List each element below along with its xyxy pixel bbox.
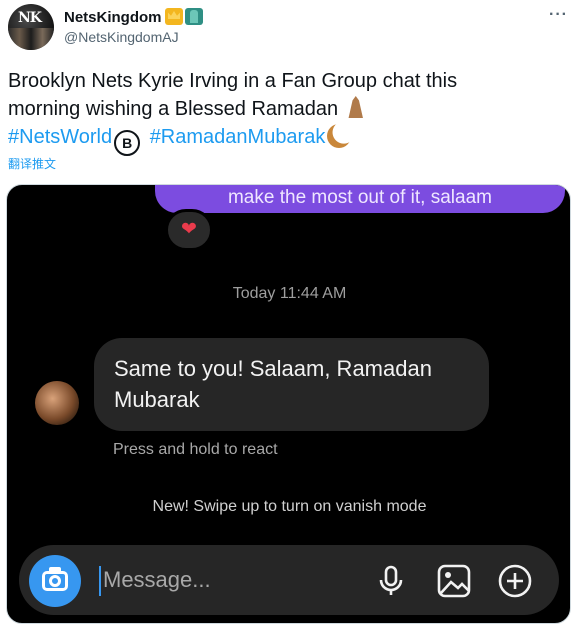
chat-screenshot[interactable]: make the most out of it, salaam Today 11… bbox=[6, 184, 571, 624]
crown-emoji-icon bbox=[165, 8, 183, 25]
sent-message-bubble: make the most out of it, salaam bbox=[155, 185, 565, 213]
avatar-logo-text: NK bbox=[18, 10, 42, 26]
message-composer bbox=[19, 545, 559, 615]
crescent-moon-emoji-icon bbox=[327, 124, 352, 148]
heart-icon bbox=[165, 209, 213, 251]
message-input[interactable] bbox=[103, 565, 343, 595]
name-badges bbox=[165, 8, 203, 25]
sender-avatar bbox=[35, 381, 79, 425]
brooklyn-nets-logo-icon: B bbox=[114, 130, 141, 156]
received-message-bubble: Same to you! Salaam, Ramadan Mubarak bbox=[94, 338, 489, 431]
gallery-icon[interactable] bbox=[436, 563, 472, 599]
text-cursor bbox=[99, 566, 101, 596]
microphone-icon[interactable] bbox=[373, 563, 409, 599]
tweet-text: Brooklyn Nets Kyrie Irving in a Fan Grou… bbox=[8, 67, 568, 156]
vanish-mode-hint: New! Swipe up to turn on vanish mode bbox=[152, 498, 427, 515]
hashtag-netsworld[interactable]: #NetsWorld bbox=[8, 126, 112, 148]
react-hint: Press and hold to react bbox=[113, 441, 278, 458]
user-handle[interactable]: @NetsKingdomAJ bbox=[64, 29, 179, 45]
camera-lens-icon bbox=[49, 575, 61, 587]
user-avatar[interactable]: NK bbox=[8, 4, 54, 50]
translate-tweet-link[interactable]: 翻译推文 bbox=[8, 155, 56, 172]
avatar-photo bbox=[8, 28, 54, 50]
tweet-text-line2: morning wishing a Blessed Ramadan bbox=[8, 98, 339, 120]
hashtag-ramadanmubarak[interactable]: #RamadanMubarak bbox=[150, 126, 326, 148]
add-plus-icon[interactable] bbox=[497, 563, 533, 599]
chat-timestamp: Today 11:44 AM bbox=[232, 285, 347, 302]
tweet-text-line1: Brooklyn Nets Kyrie Irving in a Fan Grou… bbox=[8, 70, 458, 92]
statue-of-liberty-emoji-icon bbox=[185, 8, 203, 25]
folded-hands-emoji-icon bbox=[344, 96, 368, 118]
camera-button[interactable] bbox=[29, 555, 81, 607]
more-options-icon[interactable]: ··· bbox=[549, 6, 568, 24]
display-name[interactable]: NetsKingdom bbox=[64, 9, 162, 26]
